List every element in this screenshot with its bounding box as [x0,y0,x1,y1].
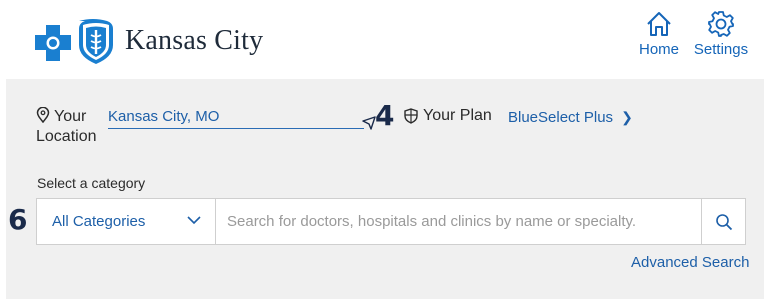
location-label-line1: Your [54,108,87,125]
home-icon [647,12,671,36]
plan-label-text: Your Plan [423,107,492,124]
search-input[interactable] [216,199,700,244]
category-label: Select a category [37,175,146,191]
header: Kansas City Home Settings [0,0,765,78]
category-dropdown[interactable]: All Categories [37,199,216,244]
brand-logo[interactable]: Kansas City [33,17,263,65]
home-label: Home [638,41,679,58]
chevron-down-icon [187,216,201,225]
chevron-right-icon: ❯ [621,109,633,125]
location-label: Your Location [36,107,97,147]
search-icon [716,213,733,230]
settings-label: Settings [693,41,749,58]
plan-value: BlueSelect Plus [508,109,614,126]
brand-name: Kansas City [125,25,264,56]
advanced-search-link[interactable]: Advanced Search [631,254,749,271]
location-pin-icon [36,107,50,123]
callout-number-6: 6 [8,203,28,236]
location-label-line2: Location [36,128,97,145]
shield-icon [404,108,418,124]
search-bar: All Categories [36,198,746,245]
gear-icon [708,11,734,37]
category-selected-value: All Categories [52,213,146,230]
callout-number-4: 4 [375,99,395,132]
location-field[interactable]: Kansas City, MO [108,106,364,129]
plan-selector[interactable]: BlueSelect Plus ❯ [508,109,633,126]
bcbs-cross-and-shield-icon [35,19,113,64]
settings-nav-button[interactable]: Settings [692,10,750,58]
plan-label: Your Plan [404,107,492,125]
search-button[interactable] [701,199,746,244]
arrow-pointer-icon [362,116,376,130]
home-nav-button[interactable]: Home [638,10,680,58]
